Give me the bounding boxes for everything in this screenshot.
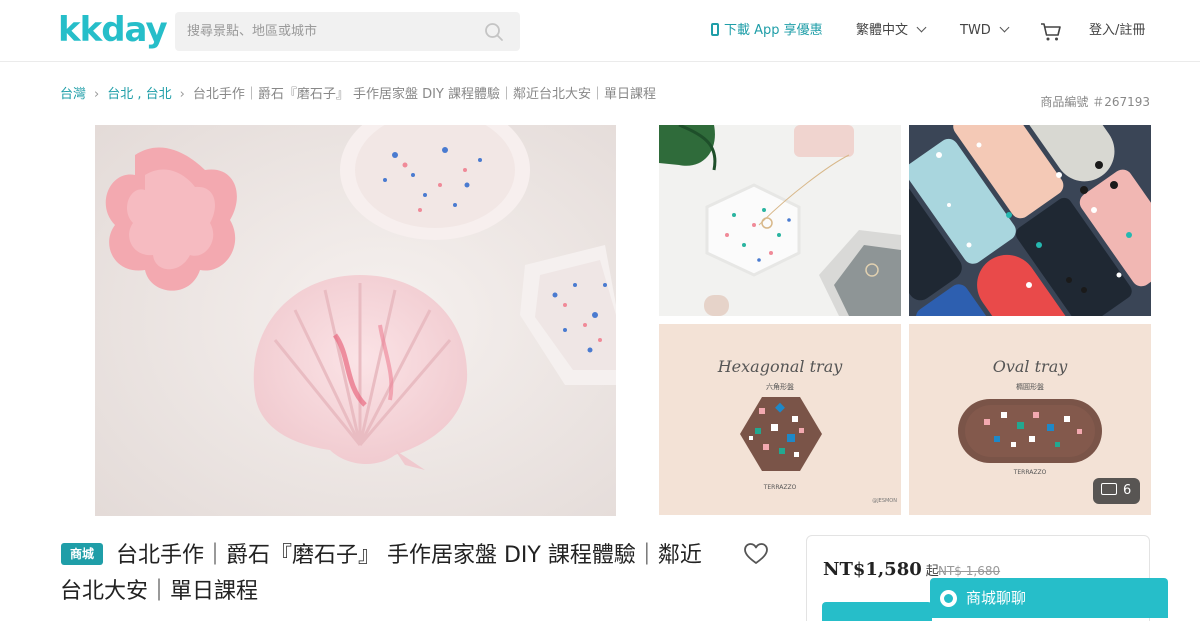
hexagonal-tray-title: Hexagonal tray — [717, 357, 844, 376]
main-product-photo[interactable] — [95, 125, 616, 516]
oval-tray-title: Oval tray — [993, 357, 1069, 376]
chevron-right-icon: › — [94, 87, 100, 102]
book-button[interactable] — [822, 602, 932, 621]
terrazzo-brand-label: TERRAZZO — [1013, 469, 1047, 476]
login-register-link[interactable]: 登入/註冊 — [1089, 22, 1145, 40]
hexagonal-tray-illustration: Hexagonal tray 六角形盤 TERRAZZO @JESMON — [659, 324, 901, 515]
gallery-thumb-3[interactable]: Hexagonal tray 六角形盤 TERRAZZO @JESMON — [659, 324, 901, 515]
search-icon[interactable] — [484, 22, 504, 42]
product-title: 台北手作｜爵石『磨石子』 手作居家盤 DIY 課程體驗｜鄰近台北大安｜單日課程 — [60, 543, 702, 604]
gallery-thumb-1[interactable] — [659, 125, 901, 316]
language-label: 繁體中文 — [856, 23, 909, 38]
product-number: 商品編號 ＃267193 — [1040, 95, 1150, 109]
original-price: NT$ 1,680 — [938, 564, 1001, 578]
cart-icon[interactable] — [1040, 22, 1062, 42]
photo-count-button[interactable]: 6 — [1093, 478, 1140, 504]
photo-count-label: 6 — [1123, 483, 1132, 498]
hexagonal-tray-subtitle: 六角形盤 — [766, 382, 794, 391]
chat-label: 商城聊聊 — [966, 589, 1027, 607]
price-suffix: 起 — [925, 564, 939, 579]
store-badge: 商城 — [61, 543, 103, 565]
currency-selector[interactable]: TWD — [960, 22, 1010, 40]
currency-label: TWD — [960, 23, 991, 38]
heart-icon[interactable] — [743, 542, 769, 566]
gallery-thumb-2[interactable] — [909, 125, 1151, 316]
download-app-link[interactable]: 下載 App 享優惠 — [711, 22, 823, 40]
download-app-label: 下載 App 享優惠 — [724, 23, 823, 38]
hexagon-tray-photo — [659, 125, 901, 316]
search-input[interactable] — [175, 12, 475, 51]
chat-icon — [940, 590, 957, 607]
breadcrumb-taiwan[interactable]: 台灣 — [60, 87, 86, 102]
chevron-right-icon: › — [179, 87, 185, 102]
chevron-down-icon — [916, 22, 927, 33]
chevron-down-icon — [999, 22, 1010, 33]
terrazzo-dishes-photo — [95, 125, 616, 516]
breadcrumb-current: 台北手作｜爵石『磨石子』 手作居家盤 DIY 課程體驗｜鄰近台北大安｜單日課程 — [192, 87, 657, 102]
phone-icon — [711, 23, 719, 36]
language-selector[interactable]: 繁體中文 — [856, 22, 927, 40]
oval-tray-subtitle: 橢圓形盤 — [1016, 382, 1044, 391]
image-icon — [1101, 483, 1117, 495]
terrazzo-brand-label: TERRAZZO — [763, 484, 797, 491]
breadcrumb-taipei[interactable]: 台北 , 台北 — [107, 87, 171, 102]
header: kkday 下載 App 享優惠 繁體中文 TWD 登入/註冊 — [0, 0, 1200, 62]
kkday-logo[interactable]: kkday — [58, 10, 168, 50]
colorful-trays-photo — [909, 125, 1151, 316]
search-bar[interactable] — [175, 12, 520, 51]
price-value: NT$1,580 — [823, 559, 922, 580]
price: NT$1,580 起 — [823, 559, 939, 580]
photo-credit: @JESMON — [872, 498, 897, 504]
store-chat-button[interactable]: 商城聊聊 — [930, 578, 1168, 618]
breadcrumb: 台灣 › 台北 , 台北 › 台北手作｜爵石『磨石子』 手作居家盤 DIY 課程體驗｜鄰… — [60, 86, 656, 104]
